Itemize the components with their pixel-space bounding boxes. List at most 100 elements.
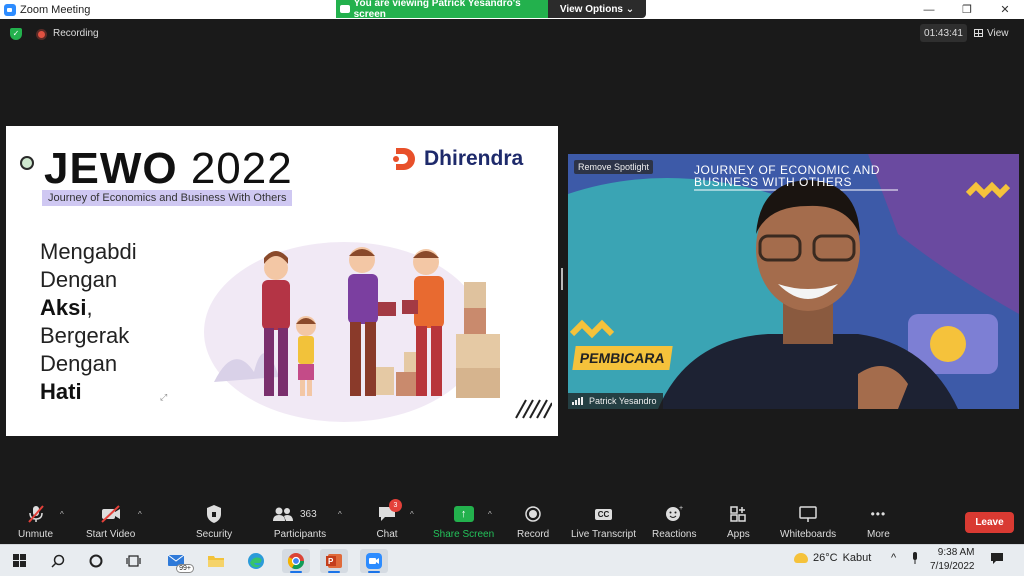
windows-start-icon[interactable] (6, 549, 34, 573)
view-options-button[interactable]: View Options ⌄ (548, 0, 646, 18)
participants-button[interactable]: 363 Participants (272, 504, 328, 540)
notifications-icon[interactable] (990, 552, 1004, 567)
minimize-button[interactable]: — (910, 0, 948, 19)
tagline-comma: , (86, 295, 93, 320)
chrome-browser-icon[interactable] (282, 549, 310, 573)
participants-chevron-icon[interactable]: ^ (338, 510, 342, 519)
unmute-button[interactable]: Unmute (18, 504, 53, 540)
svg-text:+: + (679, 505, 683, 512)
close-window-button[interactable]: ✕ (986, 0, 1024, 19)
reactions-label: Reactions (652, 529, 697, 540)
video-headline: JOURNEY OF ECONOMIC AND BUSINESS WITH OT… (694, 164, 880, 188)
slide-tagline: Mengabdi Dengan Aksi, Bergerak Dengan Ha… (40, 238, 137, 406)
clock-date: 7/19/2022 (930, 561, 975, 572)
tagline-bold-hati: Hati (40, 379, 82, 404)
video-background (568, 154, 1019, 409)
view-layout-label: View (987, 27, 1009, 39)
zoom-taskbar-icon[interactable] (360, 549, 388, 573)
apps-icon (727, 504, 749, 524)
record-button[interactable]: Record (517, 504, 549, 540)
viewing-screen-banner: You are viewing Patrick Yesandro's scree… (336, 0, 548, 20)
speaker-video-tile[interactable]: Remove Spotlight JOURNEY OF ECONOMIC AND… (568, 154, 1019, 409)
cc-text: CC (594, 508, 613, 520)
svg-text:P: P (328, 557, 334, 566)
tagline-line-5: Dengan (40, 351, 118, 376)
participants-count: 363 (300, 508, 317, 520)
closed-caption-icon: CC (593, 504, 615, 524)
whiteboards-button[interactable]: Whiteboards (780, 504, 836, 540)
dhirendra-logo: Dhirendra (392, 146, 523, 172)
share-screen-icon: ↑ (453, 504, 475, 524)
tray-chevron-up-icon[interactable]: ^ (891, 552, 896, 564)
signal-strength-icon (572, 397, 584, 405)
powerpoint-icon[interactable]: P (320, 549, 348, 573)
apps-label: Apps (727, 529, 750, 540)
window-title: Zoom Meeting (20, 3, 91, 16)
slide-title-main: JEWO (44, 144, 178, 193)
security-shield-icon[interactable]: ✓ (10, 28, 22, 40)
cortana-icon[interactable] (82, 549, 110, 573)
system-clock[interactable]: 9:38 AM 7/19/2022 (930, 546, 975, 574)
chat-label: Chat (376, 529, 398, 540)
audio-options-chevron-icon[interactable]: ^ (60, 510, 64, 519)
video-off-icon (100, 504, 122, 524)
family-giving-illustration (204, 242, 500, 422)
meeting-toolbar: Unmute ^ Start Video ^ Security 363 Part… (0, 499, 1024, 544)
slide-bullet-circle (20, 156, 34, 170)
clock-time: 9:38 AM (937, 547, 975, 558)
weather-temp: 26°C (813, 552, 838, 564)
slide-title-year: 2022 (190, 144, 293, 193)
start-video-button[interactable]: Start Video (86, 504, 135, 540)
share-options-chevron-icon[interactable]: ^ (488, 510, 492, 519)
brand-name: Dhirendra (424, 147, 524, 170)
video-options-chevron-icon[interactable]: ^ (138, 510, 142, 519)
recording-indicator-icon (36, 29, 47, 40)
security-button[interactable]: Security (196, 504, 232, 540)
search-icon[interactable] (44, 549, 72, 573)
restore-button[interactable]: ❐ (948, 0, 986, 19)
live-transcript-label: Live Transcript (571, 529, 637, 540)
more-label: More (867, 529, 890, 540)
chat-chevron-icon[interactable]: ^ (410, 510, 414, 519)
apps-button[interactable]: Apps (727, 504, 750, 540)
screen-share-icon (340, 5, 350, 13)
record-label: Record (517, 529, 550, 540)
grid-view-icon (974, 29, 983, 37)
more-dots-icon: ••• (870, 507, 887, 521)
weather-text: Kabut (842, 552, 872, 564)
remove-spotlight-button[interactable]: Remove Spotlight (574, 160, 654, 174)
muted-microphone-icon (25, 504, 47, 524)
mail-icon[interactable]: 99+ (164, 549, 194, 573)
slide-title: JEWO 2022 (44, 144, 293, 194)
chat-button[interactable]: 3 Chat (376, 499, 402, 540)
task-view-icon[interactable] (120, 549, 148, 573)
mail-badge: 99+ (176, 564, 194, 573)
more-button[interactable]: ••• More (867, 504, 890, 540)
hatch-decoration (515, 399, 552, 419)
tagline-line-6: Hati (40, 378, 137, 406)
tagline-line-2: Dengan (40, 267, 118, 292)
start-video-label: Start Video (86, 529, 136, 540)
leave-button[interactable]: Leave (965, 512, 1014, 533)
whiteboard-icon (797, 504, 819, 524)
security-label: Security (196, 529, 233, 540)
tagline-line-1: Mengabdi (40, 239, 137, 264)
edge-browser-icon[interactable] (242, 549, 270, 573)
view-layout-button[interactable]: View (974, 24, 1009, 42)
weather-widget[interactable]: 26°C Kabut (794, 552, 871, 564)
tagline-bold-aksi: Aksi (40, 295, 87, 320)
live-transcript-button[interactable]: CC Live Transcript (571, 504, 636, 540)
whiteboards-label: Whiteboards (780, 529, 837, 540)
participants-icon-group: 363 (272, 504, 328, 524)
split-view-divider[interactable] (561, 268, 563, 290)
participant-name-tag: Patrick Yesandro (568, 393, 663, 409)
microphone-tray-icon[interactable] (911, 552, 919, 567)
viewing-screen-text: You are viewing Patrick Yesandro's scree… (353, 0, 521, 20)
shared-screen-slide: JEWO 2022 Journey of Economics and Busin… (6, 126, 558, 436)
video-headline-line-2: BUSINESS WITH OTHERS (694, 175, 853, 189)
share-screen-button[interactable]: ↑ Share Screen (433, 504, 494, 540)
participants-icon (273, 507, 293, 521)
smiley-icon: + (663, 504, 685, 524)
reactions-button[interactable]: + Reactions (652, 504, 696, 540)
file-explorer-icon[interactable] (202, 549, 230, 573)
